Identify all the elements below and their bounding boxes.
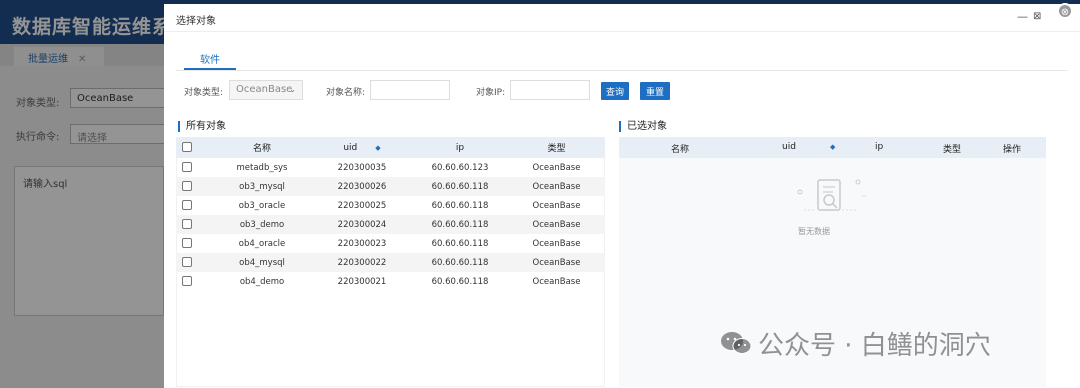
reset-button[interactable]: 重置 [640,82,670,100]
checkbox-icon[interactable] [182,238,192,249]
table-header-row: 名称 uid ◆ ip 类型 [176,137,605,158]
table-row[interactable]: metadb_sys 220300035 60.60.60.123 OceanBase [176,158,605,177]
chevron-down-icon: ⌄ [289,85,296,94]
close-icon[interactable]: ⊗ [1057,3,1073,19]
header-actions[interactable]: 操作 [1003,142,1021,155]
cell-type: OceanBase [508,177,605,196]
empty-text: 暂无数据 [798,227,830,236]
table-row[interactable]: ob3_demo 220300024 60.60.60.118 OceanBase [176,215,605,234]
header-ip[interactable]: ip [875,142,883,152]
all-objects-title: 所有对象 [178,121,226,132]
checkbox-icon[interactable] [182,276,192,287]
selected-objects-header: 名称 uid ◆ ip 类型 操作 [619,137,1046,158]
table-row[interactable]: ob4_oracle 220300023 60.60.60.118 OceanBase [176,234,605,253]
cell-uid: 220300035 [337,162,387,173]
row-checkbox[interactable] [176,234,212,253]
cell-ip: 60.60.60.118 [431,276,489,287]
header-name[interactable]: 名称 [212,137,312,158]
all-objects-body: metadb_sys 220300035 60.60.60.123 OceanBase… [176,158,605,291]
checkbox-icon[interactable] [182,162,192,173]
filter-type-select[interactable]: OceanBase ⌄ [229,80,303,100]
header-uid[interactable]: uid ◆ [312,137,412,158]
filter-ip-label: 对象IP: [476,88,506,98]
cell-name: metadb_sys [236,162,288,173]
filter-ip-input[interactable] [510,80,590,100]
cell-ip: 60.60.60.118 [412,177,508,196]
cell-ip: 60.60.60.118 [412,215,508,234]
sort-icon[interactable]: ◆ [830,143,835,151]
cell-name: ob3_oracle [238,200,286,211]
row-checkbox[interactable] [176,215,212,234]
table-row[interactable]: ob4_demo 220300021 60.60.60.118 OceanBase [176,272,605,291]
cell-uid: 220300023 [337,238,387,249]
cell-uid: 220300021 [337,276,387,287]
cell-type: OceanBase [532,238,581,249]
cell-ip: 60.60.60.118 [431,200,489,211]
reset-button-label: 重置 [645,88,664,98]
minimize-icon[interactable]: — [1017,10,1028,23]
checkbox-icon[interactable] [182,200,192,211]
filter-name-label: 对象名称: [326,88,366,98]
cell-ip: 60.60.60.118 [431,238,489,249]
cell-type: OceanBase [532,162,581,173]
checkbox-icon[interactable] [182,181,192,192]
header-uid-label: uid [343,142,358,153]
row-checkbox[interactable] [176,177,212,196]
all-objects-table: 名称 uid ◆ ip 类型 metadb_sys 220300035 60.60.6… [176,137,605,291]
header-ip[interactable]: ip [412,137,508,158]
tab-software-label: 软件 [200,55,220,66]
filter-type-label: 对象类型: [184,88,224,98]
filter-name-input[interactable] [370,80,450,100]
table-row[interactable]: ob4_mysql 220300022 60.60.60.118 OceanBase [176,253,605,272]
empty-data-icon [797,179,866,211]
checkbox-icon[interactable] [182,142,192,153]
tabs-divider [176,70,1068,71]
cell-uid: 220300022 [312,253,412,272]
modal-title: 选择对象 [176,16,216,27]
modal-titlebar: 选择对象 — ⊠ ⊗ [164,3,1080,32]
header-type[interactable]: 类型 [508,137,605,158]
filter-type-value: OceanBase [236,84,293,95]
cell-name: ob4_oracle [238,238,286,249]
query-button[interactable]: 查询 [601,82,629,100]
cell-type: OceanBase [532,200,581,211]
cell-name: ob3_mysql [212,177,312,196]
watermark-text: 公众号 · 白鳝的洞穴 [758,331,991,361]
cell-type: OceanBase [508,215,605,234]
row-checkbox[interactable] [176,253,212,272]
row-checkbox[interactable] [176,272,212,291]
select-all-checkbox[interactable] [176,137,212,158]
tab-software[interactable]: 软件 [184,46,236,70]
checkbox-icon[interactable] [182,257,192,268]
cell-name: ob4_demo [239,276,285,287]
maximize-icon[interactable]: ⊠ [1033,11,1041,22]
wechat-icon [721,332,752,354]
header-name[interactable]: 名称 [671,142,689,155]
row-checkbox[interactable] [176,158,212,177]
cell-uid: 220300025 [337,200,387,211]
cell-ip: 60.60.60.123 [431,162,489,173]
cell-name: ob3_demo [212,215,312,234]
cell-ip: 60.60.60.118 [412,253,508,272]
sort-icon[interactable]: ◆ [375,144,380,152]
header-uid[interactable]: uid [782,142,796,152]
cell-name: ob4_mysql [212,253,312,272]
checkbox-icon[interactable] [182,219,192,230]
cell-uid: 220300026 [312,177,412,196]
selected-objects-title: 已选对象 [619,121,667,132]
row-checkbox[interactable] [176,196,212,215]
cell-uid: 220300024 [312,215,412,234]
header-type[interactable]: 类型 [943,142,961,155]
table-row[interactable]: ob3_oracle 220300025 60.60.60.118 OceanBase [176,196,605,215]
table-row[interactable]: ob3_mysql 220300026 60.60.60.118 OceanBase [176,177,605,196]
cell-type: OceanBase [508,253,605,272]
query-button-label: 查询 [605,88,624,98]
cell-type: OceanBase [532,276,581,287]
